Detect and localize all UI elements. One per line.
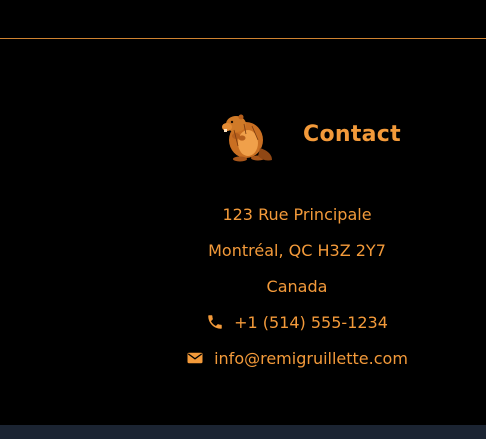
phone-link[interactable]: +1 (514) 555-1234 [234,313,388,332]
envelope-icon [187,352,203,364]
bottom-bar [0,425,486,439]
address-city: Montréal, QC H3Z 2Y7 [208,241,386,260]
contact-header: Contact [214,110,404,166]
email-link[interactable]: info@remigruillette.com [214,349,408,368]
phone-row[interactable]: +1 (514) 555-1234 [54,313,486,332]
top-divider [0,38,486,39]
address-street: 123 Rue Principale [222,205,372,224]
address-country: Canada [266,277,328,296]
phone-icon [208,315,222,329]
beaver-logo-icon [222,114,272,162]
contact-title: Contact [303,122,401,147]
email-row[interactable]: info@remigruillette.com [54,349,486,368]
